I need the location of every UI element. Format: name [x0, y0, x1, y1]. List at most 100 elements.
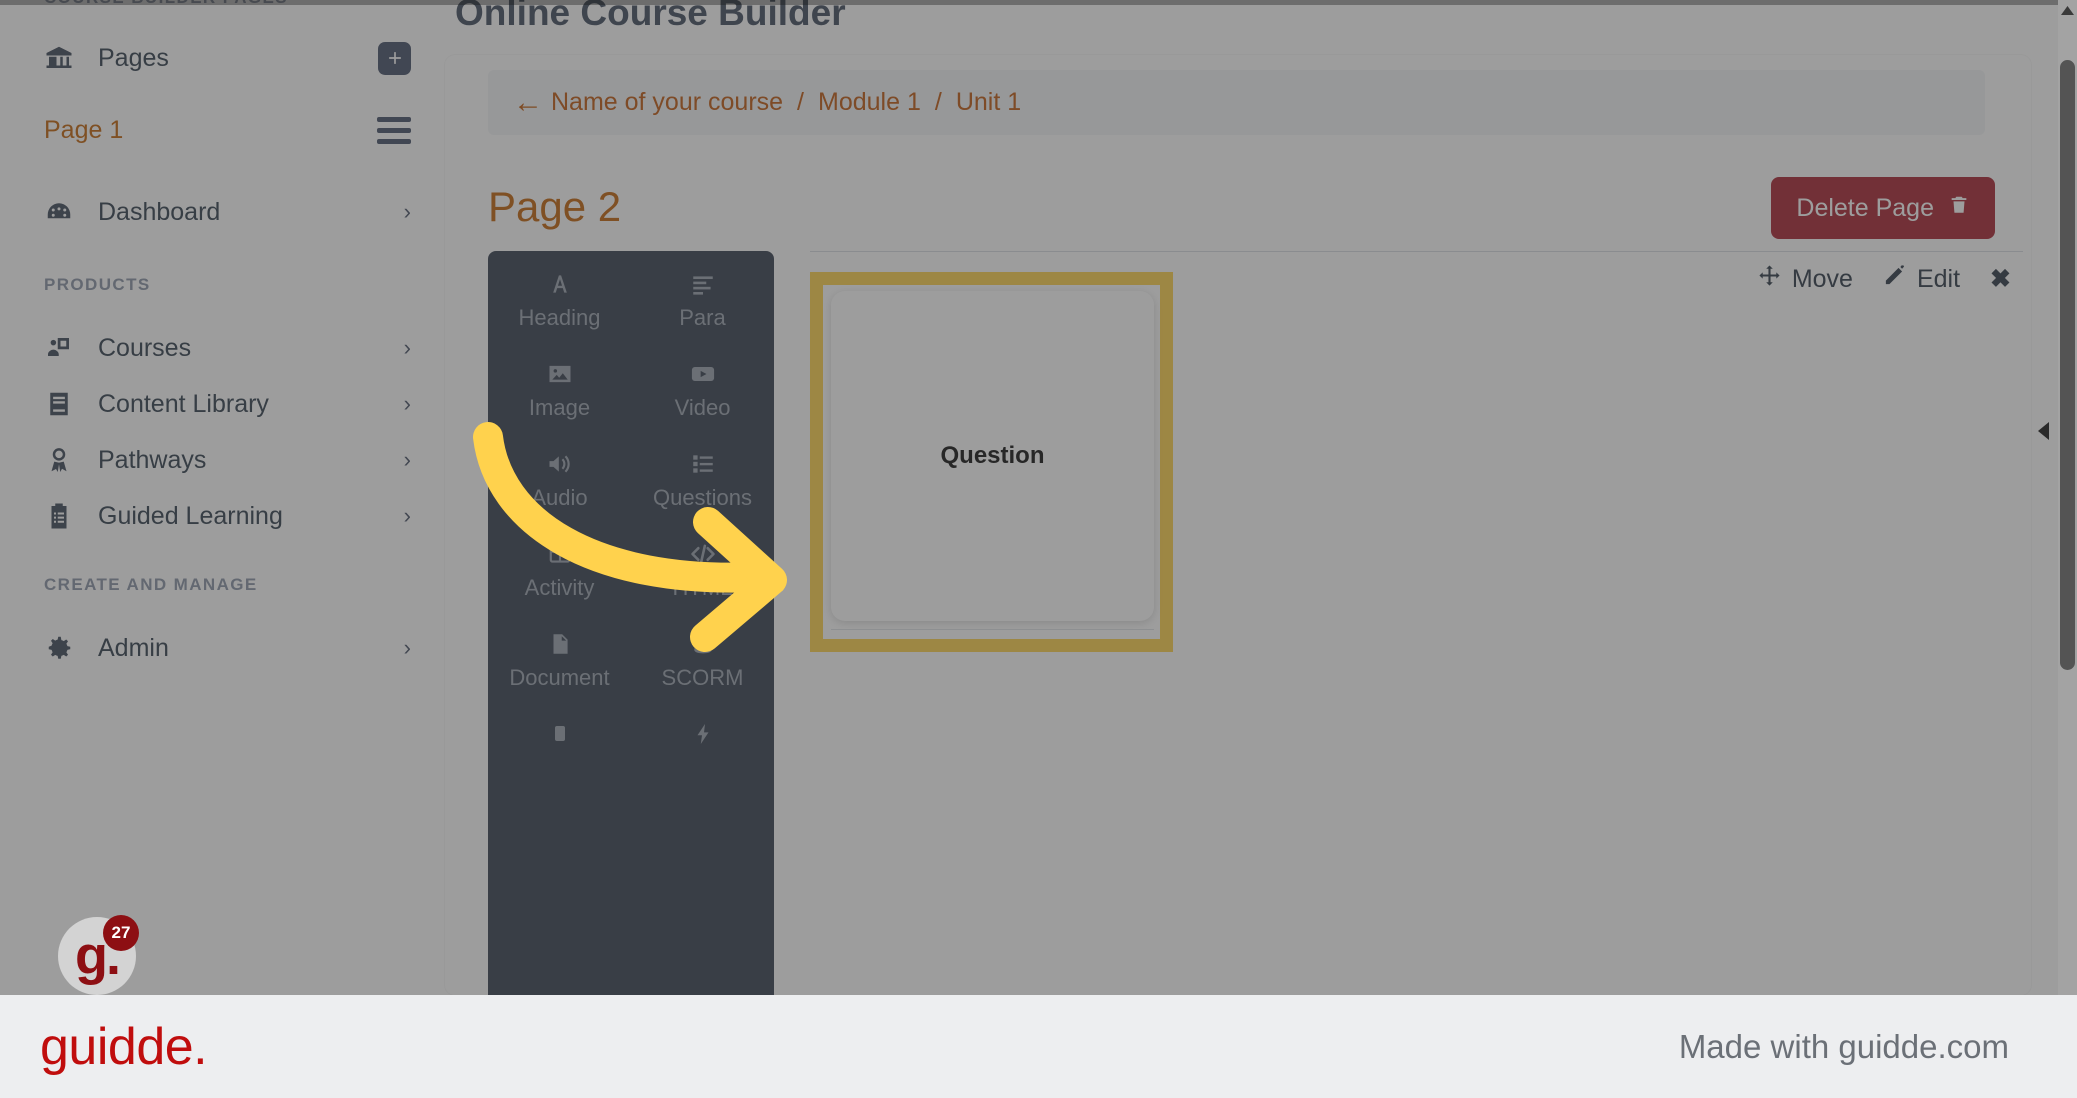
trash-icon [1948, 194, 1970, 223]
breadcrumb: ← Name of your course / Module 1 / Unit … [488, 70, 1985, 135]
award-icon [44, 445, 84, 475]
chevron-right-icon: › [403, 635, 411, 660]
question-card-footline [831, 629, 1154, 630]
sidebar-item-label: Page 1 [44, 115, 124, 144]
sidebar: COURSE BUILDER PAGES Pages Page 1 D [0, 0, 455, 995]
sidebar-item-guided-learning[interactable]: Guided Learning › [0, 488, 455, 544]
sidebar-item-admin[interactable]: Admin › [0, 620, 455, 676]
tool-label: Video [674, 395, 731, 420]
tool-scorm[interactable]: SCORM [631, 629, 774, 719]
question-block-highlight[interactable]: Question [810, 272, 1173, 652]
breadcrumb-separator: / [797, 88, 804, 116]
clipboard-list-icon [44, 501, 84, 531]
gauge-icon [44, 197, 84, 227]
edit-label: Edit [1916, 264, 1961, 293]
hamburger-icon[interactable] [377, 116, 411, 144]
breadcrumb-item-course[interactable]: Name of your course [551, 88, 783, 117]
image-icon [546, 359, 574, 389]
tool-document[interactable]: Document [488, 629, 631, 719]
made-with-guidde-note: Made with guidde.com [1678, 1027, 2009, 1065]
heading-a-icon [547, 269, 573, 299]
code-brackets-icon [689, 539, 717, 569]
question-card-label: Question [940, 442, 1045, 469]
tool-video[interactable]: Video [631, 359, 774, 449]
block-toolbar: Move Edit ✖ [1758, 264, 2011, 294]
plus-square-icon[interactable] [378, 41, 411, 75]
chevron-right-icon: › [403, 391, 411, 416]
sidebar-section-label: COURSE BUILDER PAGES [44, 0, 288, 8]
tool-label: Heading [518, 305, 601, 330]
sidebar-item-dashboard[interactable]: Dashboard › [0, 184, 455, 240]
sidebar-section-label: PRODUCTS [44, 275, 151, 294]
gear-icon [44, 633, 84, 663]
page-title: Page 2 [488, 183, 622, 230]
chevron-right-icon: › [403, 503, 411, 528]
edit-button[interactable]: Edit [1883, 264, 1960, 294]
breadcrumb-separator: / [934, 88, 942, 116]
tool-image[interactable]: Image [488, 359, 631, 449]
tool-label: Para [679, 305, 726, 330]
tool-square[interactable] [488, 719, 631, 809]
vertical-scrollbar[interactable] [2058, 0, 2077, 995]
main-content: Online Course Builder ← Name of your cou… [445, 0, 2077, 1018]
guidde-avatar-badge: g. 27 [58, 915, 139, 995]
sidebar-item-label: Content Library [98, 389, 269, 418]
move-button[interactable]: Move [1758, 264, 1853, 294]
sidebar-item-label: Pathways [98, 445, 207, 474]
scroll-up-arrow-icon[interactable] [2059, 2, 2076, 18]
block-divider [810, 251, 2023, 252]
question-list-icon [690, 449, 716, 479]
tool-activity[interactable]: Activity [488, 539, 631, 629]
tool-label: Activity [524, 575, 595, 600]
step-count-badge: 27 [103, 915, 139, 951]
breadcrumb-item-unit[interactable]: Unit 1 [956, 88, 1021, 117]
tool-lightning[interactable] [631, 719, 774, 809]
sidebar-section-products: PRODUCTS [0, 266, 455, 304]
chevron-right-icon: › [403, 199, 411, 224]
speaker-icon [546, 449, 574, 479]
tool-label: Image [528, 395, 591, 420]
delete-page-button[interactable]: Delete Page [1771, 177, 1995, 239]
close-icon[interactable]: ✖ [1990, 264, 2011, 294]
tool-label: Document [509, 665, 610, 690]
content-type-toolbar: Heading Para Image Video Audio Questions… [488, 251, 774, 1018]
bank-icon [44, 43, 84, 73]
sidebar-item-label: Pages [98, 43, 169, 72]
sidebar-item-pathways[interactable]: Pathways › [0, 432, 455, 488]
chevron-right-icon: › [403, 447, 411, 472]
book-icon [44, 389, 84, 419]
tool-heading[interactable]: Heading [488, 269, 631, 359]
sidebar-item-label: Courses [98, 333, 192, 362]
file-icon [547, 629, 573, 659]
move-arrows-icon [1758, 264, 1781, 294]
move-label: Move [1791, 264, 1853, 293]
tool-para[interactable]: Para [631, 269, 774, 359]
guidde-wordmark: guidde. [40, 1017, 208, 1076]
tool-audio[interactable]: Audio [488, 449, 631, 539]
tool-html[interactable]: HTML [631, 539, 774, 629]
sidebar-item-pages[interactable]: Pages [0, 30, 455, 86]
delete-page-label: Delete Page [1796, 193, 1934, 222]
sidebar-section-label: CREATE AND MANAGE [44, 575, 258, 594]
tool-label: Audio [531, 485, 588, 510]
sidebar-item-content-library[interactable]: Content Library › [0, 376, 455, 432]
breadcrumb-item-module[interactable]: Module 1 [818, 88, 921, 117]
lightning-bolt-icon [691, 719, 715, 749]
pencil-icon [1883, 264, 1906, 294]
database-icon [690, 629, 716, 659]
sidebar-section-course-builder-pages: COURSE BUILDER PAGES [0, 0, 455, 16]
chevron-right-icon: › [403, 335, 411, 360]
application-window: COURSE BUILDER PAGES Pages Page 1 D [0, 0, 2077, 1018]
screen-root: COURSE BUILDER PAGES Pages Page 1 D [0, 0, 2077, 1098]
sidebar-item-courses[interactable]: Courses › [0, 320, 455, 376]
sidebar-item-page-1[interactable]: Page 1 [0, 102, 455, 158]
tool-questions[interactable]: Questions [631, 449, 774, 539]
content-card: ← Name of your course / Module 1 / Unit … [445, 55, 2031, 1018]
scrollbar-thumb[interactable] [2060, 60, 2075, 670]
question-card[interactable]: Question [831, 291, 1154, 621]
paragraph-lines-icon [690, 269, 716, 299]
sidebar-item-label: Admin [98, 633, 169, 662]
tool-label: SCORM [661, 665, 744, 690]
presentation-user-icon [44, 333, 84, 363]
back-arrow-icon[interactable]: ← [513, 87, 543, 118]
